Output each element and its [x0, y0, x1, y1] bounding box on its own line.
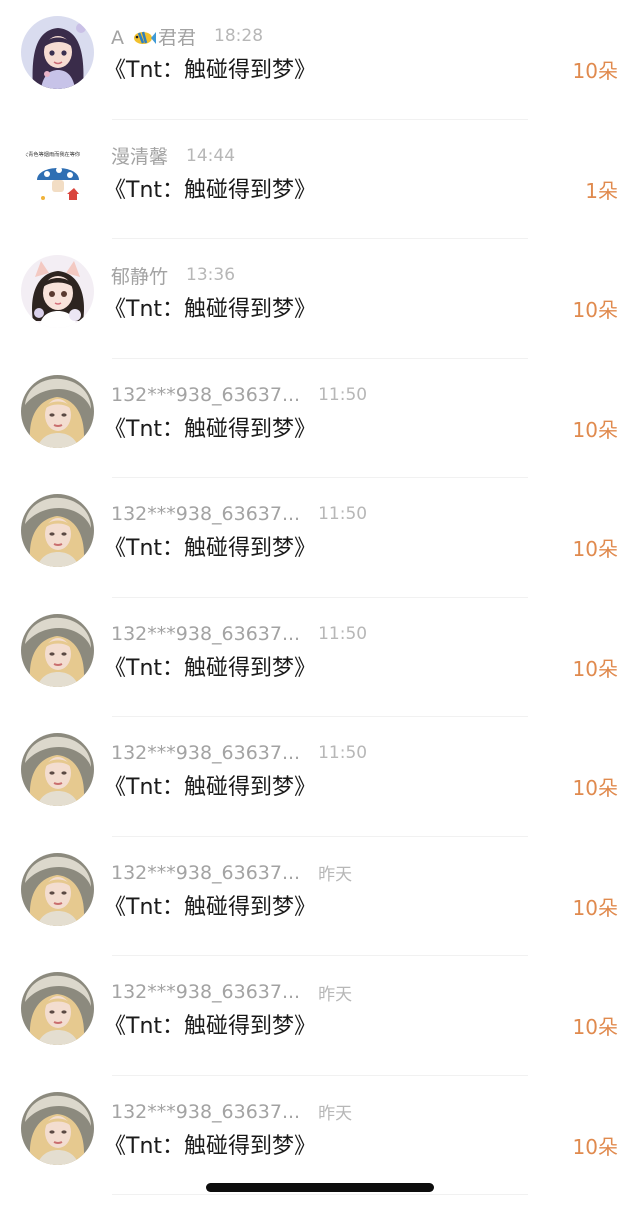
sender-name: 郁静竹: [111, 265, 169, 288]
record-time: 11:50: [318, 743, 368, 763]
blonde-portrait-avatar: [21, 1091, 94, 1165]
record-time: 18:28: [214, 26, 264, 46]
avatar[interactable]: [21, 852, 94, 926]
avatar[interactable]: [21, 1091, 94, 1165]
blonde-portrait-avatar: [21, 494, 94, 567]
record-meta: 132***938_63637... 昨天: [111, 859, 352, 887]
gift-name: 《Tnt：触碰得到梦》: [104, 416, 317, 442]
gift-count: 10朵: [572, 1015, 618, 1039]
gift-count: 10朵: [572, 1134, 618, 1159]
list-item[interactable]: A 君君 18:28 《Tnt：触碰得到梦》 10朵: [0, 0, 640, 120]
record-time: 11:50: [318, 384, 368, 405]
gift-record-list: A 君君 18:28 《Tnt：触碰得到梦》 10朵 天青色等烟雨而我在等你 漫清…: [0, 0, 640, 1195]
avatar[interactable]: [21, 733, 94, 806]
avatar[interactable]: 天青色等烟雨而我在等你: [21, 135, 94, 209]
avatar[interactable]: [21, 613, 94, 687]
gift-name: 《Tnt：触碰得到梦》: [104, 177, 317, 203]
sender-name: 132***938_63637...: [111, 981, 301, 1003]
gift-name: 《Tnt：触碰得到梦》: [104, 58, 317, 83]
record-time: 13:36: [186, 265, 236, 285]
blonde-portrait-avatar: [21, 972, 94, 1045]
gift-name: 《Tnt：触碰得到梦》: [104, 894, 317, 920]
gift-name: 《Tnt：触碰得到梦》: [104, 775, 317, 800]
record-meta: 132***938_63637... 11:50: [111, 739, 367, 767]
record-time: 昨天: [318, 1104, 353, 1124]
avatar[interactable]: [21, 16, 94, 89]
gift-name: 《Tnt：触碰得到梦》: [104, 655, 317, 681]
record-time: 14:44: [186, 145, 236, 166]
record-time: 11:50: [318, 504, 368, 524]
gift-count: 10朵: [572, 59, 618, 83]
sender-name: 132***938_63637...: [111, 622, 301, 645]
sender-name: A 君君: [111, 26, 197, 49]
divider: [112, 1194, 528, 1195]
avatar[interactable]: [21, 374, 94, 448]
home-indicator[interactable]: [206, 1183, 434, 1192]
avatar-doodle-text: 天青色等烟雨而我在等你: [23, 150, 80, 158]
record-meta: A 君君 18:28: [111, 22, 263, 50]
avatar[interactable]: [21, 972, 94, 1045]
cat-ear-girl-avatar: [21, 255, 94, 328]
record-time: 昨天: [318, 865, 353, 885]
list-item[interactable]: 132***938_63637... 昨天 《Tnt：触碰得到梦》 10朵: [0, 1076, 640, 1195]
avatar[interactable]: [21, 255, 94, 328]
record-meta: 郁静竹 13:36: [111, 261, 235, 289]
blonde-portrait-avatar: [21, 852, 94, 926]
record-meta: 132***938_63637... 11:50: [111, 620, 367, 648]
record-meta: 132***938_63637... 昨天: [111, 1098, 352, 1126]
gift-name: 《Tnt：触碰得到梦》: [104, 536, 317, 561]
gift-count: 1朵: [585, 178, 618, 203]
gift-name: 《Tnt：触碰得到梦》: [104, 1014, 317, 1039]
gift-name: 《Tnt：触碰得到梦》: [104, 1133, 317, 1159]
record-meta: 漫清馨 14:44: [111, 142, 235, 170]
list-item[interactable]: 132***938_63637... 11:50 《Tnt：触碰得到梦》 10朵: [0, 598, 640, 717]
list-item[interactable]: 132***938_63637... 11:50 《Tnt：触碰得到梦》 10朵: [0, 478, 640, 598]
sender-name: 漫清馨: [111, 146, 169, 168]
gift-count: 10朵: [572, 298, 618, 322]
record-meta: 132***938_63637... 11:50: [111, 500, 367, 528]
list-item[interactable]: 132***938_63637... 11:50 《Tnt：触碰得到梦》 10朵: [0, 359, 640, 478]
blonde-portrait-avatar: [21, 613, 94, 687]
list-item[interactable]: 郁静竹 13:36 《Tnt：触碰得到梦》 10朵: [0, 239, 640, 359]
gift-count: 10朵: [572, 417, 618, 442]
sender-name: 132***938_63637...: [111, 742, 301, 764]
blonde-portrait-avatar: [21, 374, 94, 448]
blonde-portrait-avatar: [21, 733, 94, 806]
record-time: 昨天: [318, 984, 353, 1005]
gift-count: 10朵: [572, 656, 618, 681]
gift-count: 10朵: [572, 537, 618, 561]
list-item[interactable]: 天青色等烟雨而我在等你 漫清馨 14:44 《Tnt：触碰得到梦》 1朵: [0, 120, 640, 239]
record-time: 11:50: [318, 623, 368, 644]
avatar[interactable]: [21, 494, 94, 567]
list-item[interactable]: 132***938_63637... 昨天 《Tnt：触碰得到梦》 10朵: [0, 956, 640, 1076]
list-item[interactable]: 132***938_63637... 11:50 《Tnt：触碰得到梦》 10朵: [0, 717, 640, 837]
mushroom-doodle-avatar: 天青色等烟雨而我在等你: [21, 135, 94, 209]
record-meta: 132***938_63637... 11:50: [111, 381, 367, 409]
cartoon-girl-avatar: [21, 16, 94, 89]
sender-name: 132***938_63637...: [111, 503, 301, 525]
gift-count: 10朵: [572, 895, 618, 920]
record-meta: 132***938_63637... 昨天: [111, 978, 352, 1006]
sender-name: 132***938_63637...: [111, 1100, 301, 1123]
sender-name: 132***938_63637...: [111, 861, 301, 884]
fish-icon: [134, 31, 156, 44]
sender-name: 132***938_63637...: [111, 383, 301, 406]
gift-name: 《Tnt：触碰得到梦》: [104, 297, 317, 322]
gift-count: 10朵: [572, 776, 618, 800]
list-item[interactable]: 132***938_63637... 昨天 《Tnt：触碰得到梦》 10朵: [0, 837, 640, 956]
